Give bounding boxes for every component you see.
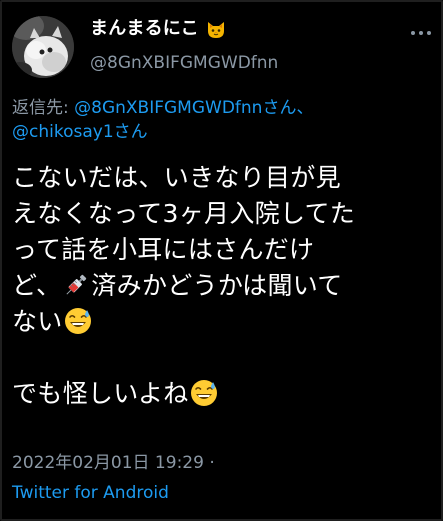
reply-san-suffix: さん、 <box>262 98 314 118</box>
tweet-body-line: って話を小耳にはさんだけ <box>12 235 315 264</box>
tweet-body-fragment: ど、 <box>12 271 62 300</box>
more-dot <box>427 31 431 35</box>
reply-to-line: 返信先: @8GnXBIFGMGWDfnnさん、 @chikosay1さん <box>12 96 432 144</box>
display-name[interactable]: まんまるにこ <box>90 18 199 40</box>
syringe-emoji-icon <box>66 274 87 295</box>
tweet-body-line: こないだは、いきなり目が見 <box>12 163 341 192</box>
cat-face-emoji-icon <box>207 22 224 38</box>
avatar[interactable] <box>12 16 74 78</box>
reply-mention-link[interactable]: @chikosay1 <box>12 122 114 142</box>
more-dot <box>419 31 423 35</box>
tweet-body: こないだは、いきなり目が見 えなくなって3ヶ月入院してた って話を小耳にはさんだ… <box>12 160 432 412</box>
tweet-timestamp[interactable]: 2022年02月01日 19:29 · <box>12 452 215 474</box>
reply-mention-link[interactable]: @8GnXBIFGMGWDfnn <box>74 98 262 118</box>
reply-san-suffix: さん <box>113 122 148 142</box>
tweet-body-fragment: 済みかどうかは聞いて <box>91 271 343 300</box>
tweet-body-line: ど、 済みかどうかは聞いて <box>12 268 432 304</box>
more-options-icon[interactable] <box>411 30 431 36</box>
tweet-body-line: ない <box>12 304 432 340</box>
more-dot <box>411 31 415 35</box>
grinning-sweat-emoji-icon <box>190 380 217 406</box>
tweet-body-fragment: でも怪しいよね <box>12 379 189 408</box>
tweet-body-fragment: ない <box>12 307 63 336</box>
grinning-sweat-emoji-icon <box>64 308 91 334</box>
tweet-body-line: でも怪しいよね <box>12 376 432 412</box>
reply-prefix: 返信先: <box>12 98 75 118</box>
author-handle[interactable]: @8GnXBIFGMGWDfnn <box>90 52 278 74</box>
tweet-body-line: えなくなって3ヶ月入院してた <box>12 199 356 228</box>
avatar-image <box>12 16 74 78</box>
author-name-row[interactable]: まんまるにこ <box>90 18 227 40</box>
tweet-source-link[interactable]: Twitter for Android <box>12 482 169 504</box>
